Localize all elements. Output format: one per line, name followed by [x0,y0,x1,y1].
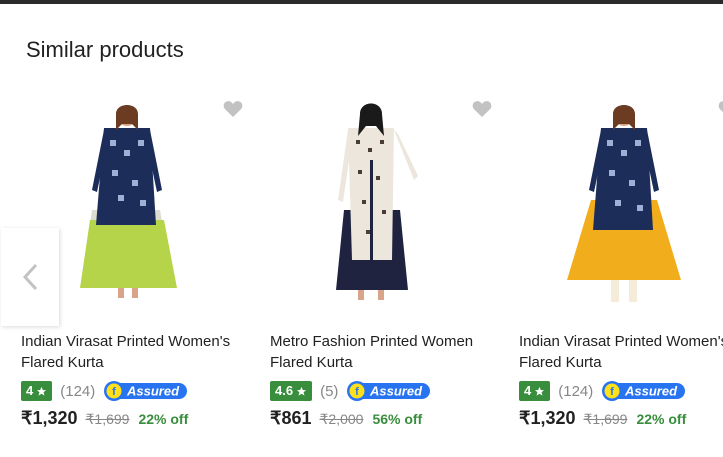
discount: 22% off [138,411,189,427]
product-image[interactable] [52,100,202,310]
chevron-left-icon [22,263,38,291]
rating-row: 4 (124) f Assured [519,380,687,402]
rating-badge: 4 [21,381,53,401]
rating-value: 4 [524,383,532,398]
price-row: ₹1,320 ₹1,699 22% off [21,408,188,432]
svg-text:Assured: Assured [624,384,678,399]
mrp: ₹1,699 [583,411,628,427]
star-icon [535,386,545,396]
price: ₹1,320 [519,408,576,428]
review-count: (5) [320,382,339,400]
svg-text:Assured: Assured [369,384,423,399]
heart-icon[interactable] [472,100,492,118]
mrp: ₹2,000 [319,411,364,427]
price: ₹1,320 [21,408,78,428]
star-icon [37,386,47,396]
heart-icon[interactable] [718,100,723,118]
rating-value: 4.6 [275,383,294,398]
heart-icon[interactable] [223,100,243,118]
rating-value: 4 [26,383,34,398]
rating-badge: 4 [519,381,551,401]
mrp: ₹1,699 [85,411,130,427]
svg-text:Assured: Assured [126,384,180,399]
rating-row: 4 (124) f Assured [21,380,189,402]
svg-text:f: f [112,386,116,398]
product-name[interactable]: Indian Virasat Printed Women's Flared Ku… [519,331,723,373]
skirt [80,220,177,288]
product-image[interactable] [296,100,446,310]
product-name[interactable]: Metro Fashion Printed Women Flared Kurta [270,331,495,373]
star-icon [296,386,307,396]
discount: 56% off [372,411,423,427]
svg-text:f: f [356,386,360,398]
svg-text:f: f [610,386,614,398]
section-title: Similar products [26,37,184,62]
review-count: (124) [60,382,96,400]
flipkart-assured-icon: f Assured [103,380,189,402]
carousel-prev-button[interactable] [1,228,59,326]
price-row: ₹861 ₹2,000 56% off [270,408,422,432]
rating-row: 4.6 (5) f Assured [270,380,432,402]
rating-badge: 4.6 [270,381,313,401]
product-image[interactable] [549,100,699,310]
review-count: (124) [558,382,594,400]
product-name[interactable]: Indian Virasat Printed Women's Flared Ku… [21,331,246,373]
flipkart-assured-icon: f Assured [346,380,432,402]
price: ₹861 [270,408,312,428]
price-row: ₹1,320 ₹1,699 22% off [519,408,686,432]
discount: 22% off [636,411,687,427]
flipkart-assured-icon: f Assured [601,380,687,402]
